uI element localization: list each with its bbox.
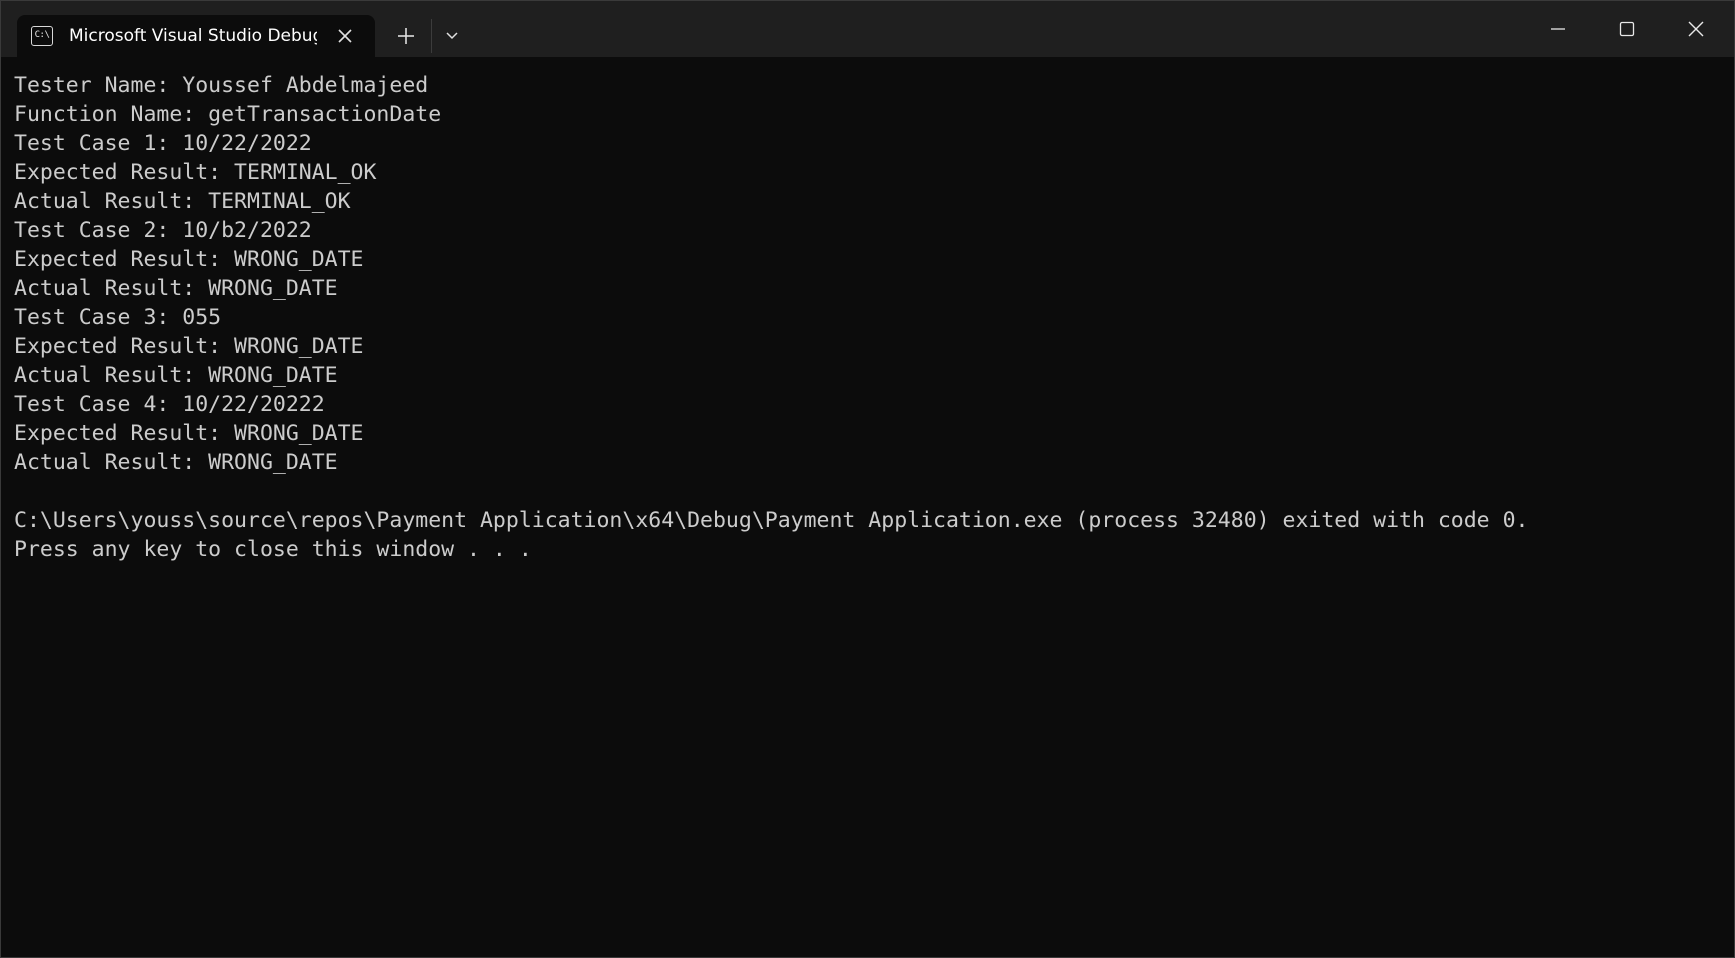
console-line: Expected Result: WRONG_DATE (14, 247, 364, 272)
console-line-prompt: Press any key to close this window . . . (14, 537, 532, 562)
console-line: Expected Result: WRONG_DATE (14, 421, 364, 446)
console-icon: C:\ (31, 26, 53, 46)
console-line: Actual Result: WRONG_DATE (14, 363, 338, 388)
console-line: Test Case 3: 055 (14, 305, 222, 330)
chevron-down-icon[interactable] (439, 23, 465, 49)
terminal-window: C:\ Microsoft Visual Studio Debug Consol… (0, 0, 1735, 958)
console-line: Test Case 1: 10/22/2022 (14, 131, 312, 156)
tab-debug-console[interactable]: C:\ Microsoft Visual Studio Debug Consol… (17, 15, 375, 57)
console-line: Test Case 4: 10/22/20222 (14, 392, 325, 417)
console-line-empty (14, 477, 1724, 506)
tab-close-icon[interactable] (333, 24, 357, 48)
console-line: Expected Result: WRONG_DATE (14, 334, 364, 359)
console-line: Tester Name: Youssef Abdelmajeed (14, 73, 429, 98)
close-icon (1687, 20, 1705, 38)
minimize-icon (1550, 21, 1566, 37)
console-line: Test Case 2: 10/b2/2022 (14, 218, 312, 243)
maximize-button[interactable] (1593, 1, 1661, 57)
console-line-exit-status: C:\Users\youss\source\repos\Payment Appl… (14, 508, 1529, 533)
console-line: Expected Result: TERMINAL_OK (14, 160, 377, 185)
console-line: Actual Result: TERMINAL_OK (14, 189, 351, 214)
title-bar[interactable]: C:\ Microsoft Visual Studio Debug Consol… (1, 1, 1734, 57)
console-line: Actual Result: WRONG_DATE (14, 450, 338, 475)
close-window-button[interactable] (1662, 1, 1730, 57)
new-tab-plus-icon[interactable] (393, 23, 419, 49)
tab-title: Microsoft Visual Studio Debug Console (69, 26, 317, 46)
tab-separator (431, 19, 432, 53)
minimize-button[interactable] (1524, 1, 1592, 57)
console-output[interactable]: Tester Name: Youssef Abdelmajeed Functio… (14, 71, 1724, 941)
console-line: Actual Result: WRONG_DATE (14, 276, 338, 301)
console-line: Function Name: getTransactionDate (14, 102, 442, 127)
maximize-icon (1619, 21, 1635, 37)
